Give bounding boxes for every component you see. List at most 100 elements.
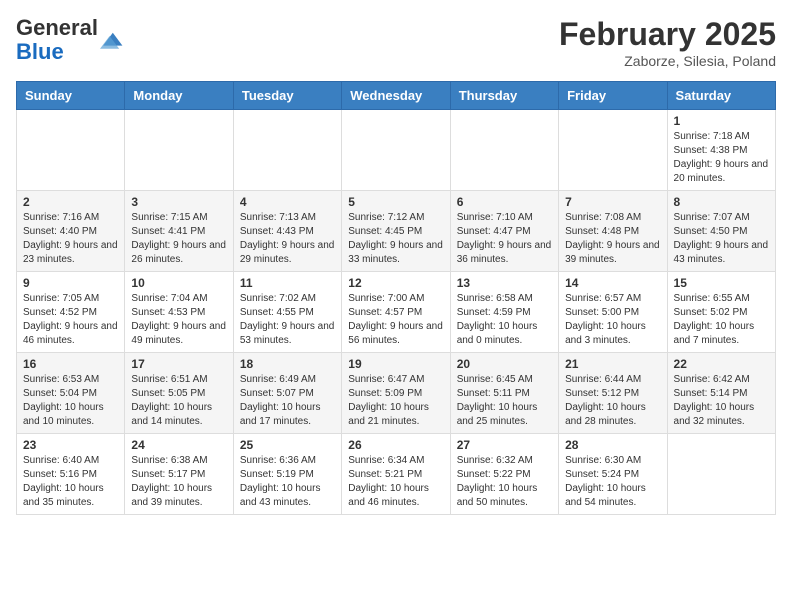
calendar-cell: 8 Sunrise: 7:07 AMSunset: 4:50 PMDayligh…: [667, 191, 775, 272]
calendar-cell: 11 Sunrise: 7:02 AMSunset: 4:55 PMDaylig…: [233, 272, 341, 353]
day-info: Sunrise: 7:02 AMSunset: 4:55 PMDaylight:…: [240, 293, 335, 346]
calendar-cell: 25 Sunrise: 6:36 AMSunset: 5:19 PMDaylig…: [233, 434, 341, 515]
logo-blue: Blue: [16, 39, 64, 64]
day-number: 7: [565, 195, 660, 209]
calendar-cell: 6 Sunrise: 7:10 AMSunset: 4:47 PMDayligh…: [450, 191, 558, 272]
page-header: General Blue February 2025 Zaborze, Sile…: [16, 16, 776, 69]
day-number: 20: [457, 357, 552, 371]
day-info: Sunrise: 6:57 AMSunset: 5:00 PMDaylight:…: [565, 293, 646, 346]
day-info: Sunrise: 6:45 AMSunset: 5:11 PMDaylight:…: [457, 374, 538, 427]
day-info: Sunrise: 7:00 AMSunset: 4:57 PMDaylight:…: [348, 293, 443, 346]
month-year: February 2025: [559, 16, 776, 53]
week-row-4: 16 Sunrise: 6:53 AMSunset: 5:04 PMDaylig…: [17, 353, 776, 434]
day-number: 12: [348, 276, 443, 290]
calendar-cell: [450, 110, 558, 191]
location: Zaborze, Silesia, Poland: [559, 53, 776, 69]
day-info: Sunrise: 6:51 AMSunset: 5:05 PMDaylight:…: [131, 374, 212, 427]
day-number: 8: [674, 195, 769, 209]
day-number: 25: [240, 438, 335, 452]
day-info: Sunrise: 7:12 AMSunset: 4:45 PMDaylight:…: [348, 212, 443, 265]
logo-icon: [100, 28, 124, 52]
week-row-3: 9 Sunrise: 7:05 AMSunset: 4:52 PMDayligh…: [17, 272, 776, 353]
calendar-cell: 13 Sunrise: 6:58 AMSunset: 4:59 PMDaylig…: [450, 272, 558, 353]
day-number: 22: [674, 357, 769, 371]
day-info: Sunrise: 6:40 AMSunset: 5:16 PMDaylight:…: [23, 455, 104, 508]
weekday-header-row: SundayMondayTuesdayWednesdayThursdayFrid…: [17, 82, 776, 110]
calendar-cell: 9 Sunrise: 7:05 AMSunset: 4:52 PMDayligh…: [17, 272, 125, 353]
day-number: 26: [348, 438, 443, 452]
day-info: Sunrise: 6:55 AMSunset: 5:02 PMDaylight:…: [674, 293, 755, 346]
calendar-cell: [342, 110, 450, 191]
calendar-cell: 22 Sunrise: 6:42 AMSunset: 5:14 PMDaylig…: [667, 353, 775, 434]
day-number: 23: [23, 438, 118, 452]
calendar-cell: 17 Sunrise: 6:51 AMSunset: 5:05 PMDaylig…: [125, 353, 233, 434]
calendar-cell: 18 Sunrise: 6:49 AMSunset: 5:07 PMDaylig…: [233, 353, 341, 434]
calendar-cell: [17, 110, 125, 191]
calendar-table: SundayMondayTuesdayWednesdayThursdayFrid…: [16, 81, 776, 515]
calendar-cell: 7 Sunrise: 7:08 AMSunset: 4:48 PMDayligh…: [559, 191, 667, 272]
calendar-cell: 3 Sunrise: 7:15 AMSunset: 4:41 PMDayligh…: [125, 191, 233, 272]
calendar-cell: 28 Sunrise: 6:30 AMSunset: 5:24 PMDaylig…: [559, 434, 667, 515]
weekday-header-thursday: Thursday: [450, 82, 558, 110]
day-info: Sunrise: 6:44 AMSunset: 5:12 PMDaylight:…: [565, 374, 646, 427]
day-info: Sunrise: 6:58 AMSunset: 4:59 PMDaylight:…: [457, 293, 538, 346]
day-number: 14: [565, 276, 660, 290]
calendar-cell: [667, 434, 775, 515]
calendar-cell: 1 Sunrise: 7:18 AMSunset: 4:38 PMDayligh…: [667, 110, 775, 191]
week-row-5: 23 Sunrise: 6:40 AMSunset: 5:16 PMDaylig…: [17, 434, 776, 515]
day-info: Sunrise: 6:34 AMSunset: 5:21 PMDaylight:…: [348, 455, 429, 508]
calendar-cell: 14 Sunrise: 6:57 AMSunset: 5:00 PMDaylig…: [559, 272, 667, 353]
calendar-cell: 27 Sunrise: 6:32 AMSunset: 5:22 PMDaylig…: [450, 434, 558, 515]
week-row-1: 1 Sunrise: 7:18 AMSunset: 4:38 PMDayligh…: [17, 110, 776, 191]
day-info: Sunrise: 6:47 AMSunset: 5:09 PMDaylight:…: [348, 374, 429, 427]
day-info: Sunrise: 6:38 AMSunset: 5:17 PMDaylight:…: [131, 455, 212, 508]
title-block: February 2025 Zaborze, Silesia, Poland: [559, 16, 776, 69]
calendar-cell: 5 Sunrise: 7:12 AMSunset: 4:45 PMDayligh…: [342, 191, 450, 272]
day-number: 27: [457, 438, 552, 452]
logo: General Blue: [16, 16, 124, 64]
calendar-cell: 20 Sunrise: 6:45 AMSunset: 5:11 PMDaylig…: [450, 353, 558, 434]
day-info: Sunrise: 6:53 AMSunset: 5:04 PMDaylight:…: [23, 374, 104, 427]
weekday-header-monday: Monday: [125, 82, 233, 110]
day-number: 15: [674, 276, 769, 290]
day-number: 1: [674, 114, 769, 128]
calendar-cell: 16 Sunrise: 6:53 AMSunset: 5:04 PMDaylig…: [17, 353, 125, 434]
day-number: 5: [348, 195, 443, 209]
day-number: 19: [348, 357, 443, 371]
calendar-cell: 24 Sunrise: 6:38 AMSunset: 5:17 PMDaylig…: [125, 434, 233, 515]
day-number: 16: [23, 357, 118, 371]
day-info: Sunrise: 6:32 AMSunset: 5:22 PMDaylight:…: [457, 455, 538, 508]
logo-general: General: [16, 15, 98, 40]
day-info: Sunrise: 7:13 AMSunset: 4:43 PMDaylight:…: [240, 212, 335, 265]
day-info: Sunrise: 7:16 AMSunset: 4:40 PMDaylight:…: [23, 212, 118, 265]
day-number: 10: [131, 276, 226, 290]
calendar-cell: 21 Sunrise: 6:44 AMSunset: 5:12 PMDaylig…: [559, 353, 667, 434]
day-info: Sunrise: 7:05 AMSunset: 4:52 PMDaylight:…: [23, 293, 118, 346]
calendar-cell: [125, 110, 233, 191]
day-number: 17: [131, 357, 226, 371]
day-info: Sunrise: 6:36 AMSunset: 5:19 PMDaylight:…: [240, 455, 321, 508]
weekday-header-friday: Friday: [559, 82, 667, 110]
calendar-cell: 19 Sunrise: 6:47 AMSunset: 5:09 PMDaylig…: [342, 353, 450, 434]
day-info: Sunrise: 7:04 AMSunset: 4:53 PMDaylight:…: [131, 293, 226, 346]
weekday-header-wednesday: Wednesday: [342, 82, 450, 110]
day-number: 13: [457, 276, 552, 290]
weekday-header-sunday: Sunday: [17, 82, 125, 110]
calendar-cell: 15 Sunrise: 6:55 AMSunset: 5:02 PMDaylig…: [667, 272, 775, 353]
day-number: 28: [565, 438, 660, 452]
day-info: Sunrise: 7:10 AMSunset: 4:47 PMDaylight:…: [457, 212, 552, 265]
day-number: 6: [457, 195, 552, 209]
calendar-cell: 4 Sunrise: 7:13 AMSunset: 4:43 PMDayligh…: [233, 191, 341, 272]
calendar-cell: 23 Sunrise: 6:40 AMSunset: 5:16 PMDaylig…: [17, 434, 125, 515]
day-number: 18: [240, 357, 335, 371]
calendar-cell: 10 Sunrise: 7:04 AMSunset: 4:53 PMDaylig…: [125, 272, 233, 353]
day-info: Sunrise: 7:07 AMSunset: 4:50 PMDaylight:…: [674, 212, 769, 265]
day-number: 24: [131, 438, 226, 452]
day-info: Sunrise: 6:42 AMSunset: 5:14 PMDaylight:…: [674, 374, 755, 427]
day-info: Sunrise: 6:49 AMSunset: 5:07 PMDaylight:…: [240, 374, 321, 427]
day-info: Sunrise: 7:08 AMSunset: 4:48 PMDaylight:…: [565, 212, 660, 265]
calendar-cell: 12 Sunrise: 7:00 AMSunset: 4:57 PMDaylig…: [342, 272, 450, 353]
day-number: 2: [23, 195, 118, 209]
calendar-cell: 26 Sunrise: 6:34 AMSunset: 5:21 PMDaylig…: [342, 434, 450, 515]
day-number: 21: [565, 357, 660, 371]
